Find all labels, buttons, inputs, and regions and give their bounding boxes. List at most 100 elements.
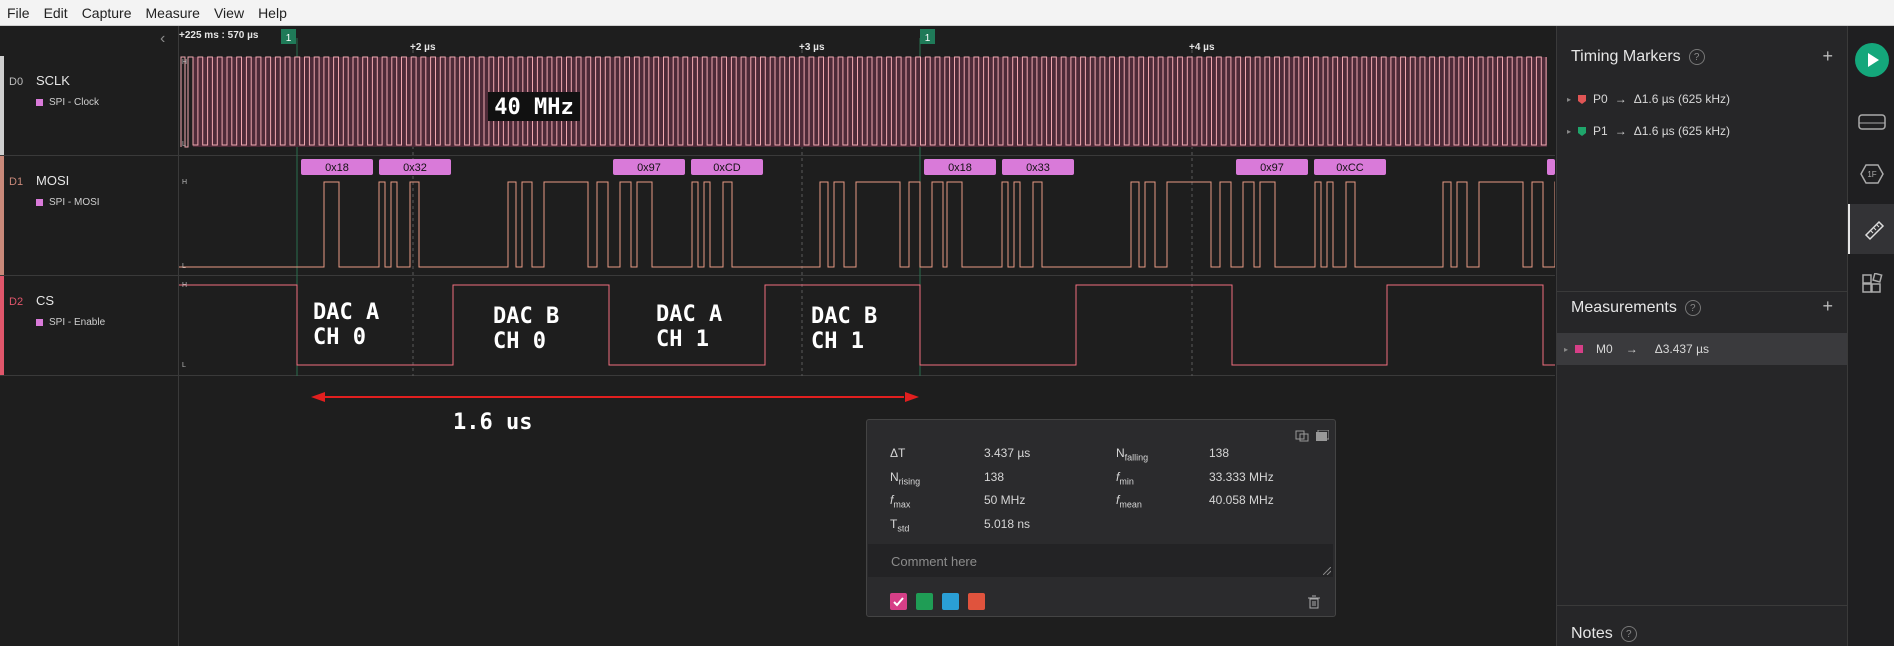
chevron-left-icon[interactable]: ‹ bbox=[160, 30, 165, 48]
color-swatch-red[interactable] bbox=[968, 593, 985, 610]
extensions-button[interactable] bbox=[1848, 262, 1894, 306]
help-icon[interactable]: ? bbox=[1688, 49, 1705, 65]
timing-marker-item-p1[interactable]: ▸ P1 → Δ1.6 µs (625 kHz) bbox=[1567, 124, 1730, 138]
level-high-label: H bbox=[182, 282, 187, 289]
arrow-right-icon: → bbox=[1625, 342, 1638, 356]
channel-id: D0 bbox=[9, 76, 24, 88]
measurement-item-m0[interactable]: ▸ M0 → Δ3.437 µs bbox=[1557, 333, 1847, 365]
expand-caret-icon[interactable]: ▸ bbox=[1564, 345, 1568, 354]
analyzer-label: SPI - Enable bbox=[49, 317, 106, 328]
measure-value-f-min: 33.333 MHz bbox=[1209, 470, 1274, 484]
measure-label-n-falling: Nfalling bbox=[1116, 446, 1148, 462]
measure-value-n-falling: 138 bbox=[1209, 446, 1230, 460]
expand-caret-icon[interactable]: ▸ bbox=[1567, 95, 1571, 104]
analyzers-button[interactable]: 1F bbox=[1848, 152, 1894, 196]
marker-name: P1 bbox=[1593, 124, 1608, 138]
clock-analyzer-band bbox=[193, 57, 1547, 147]
channel-row-d2[interactable]: D2 CS SPI - Enable bbox=[0, 276, 178, 376]
arrow-right-icon: → bbox=[1614, 92, 1627, 106]
measurement-name: M0 bbox=[1596, 342, 1613, 356]
label-main: ΔT bbox=[890, 446, 906, 460]
measure-label-delta-t: ΔT bbox=[890, 446, 905, 460]
analyzer-color-icon bbox=[36, 199, 43, 206]
device-button[interactable] bbox=[1848, 100, 1894, 144]
check-icon bbox=[893, 597, 904, 607]
timing-marker-item-p0[interactable]: ▸ P0 → Δ1.6 µs (625 kHz) bbox=[1567, 92, 1730, 106]
section-title: Measurements bbox=[1571, 299, 1677, 316]
right-panel: Timing Markers? + ▸ P0 → Δ1.6 µs (625 kH… bbox=[1556, 26, 1847, 646]
mosi-waveform bbox=[179, 181, 1555, 268]
level-high-label: H bbox=[182, 179, 187, 186]
marker-name: P0 bbox=[1593, 92, 1608, 106]
cs-label-line1: DAC A bbox=[656, 302, 722, 327]
menu-file[interactable]: File bbox=[0, 5, 37, 21]
level-low-label: L bbox=[182, 263, 186, 270]
label-main: N bbox=[890, 470, 899, 484]
channel-row-d0[interactable]: D0 SCLK SPI - Clock bbox=[0, 56, 178, 156]
color-swatch-green[interactable] bbox=[916, 593, 933, 610]
label-main: N bbox=[1116, 446, 1125, 460]
span-arrow-left-head bbox=[311, 392, 325, 402]
expand-icon[interactable] bbox=[1315, 430, 1329, 442]
decoded-byte-label: 0x97 bbox=[637, 162, 661, 174]
color-swatch-pink[interactable] bbox=[890, 593, 907, 610]
decoded-byte-label: 0xCC bbox=[1336, 162, 1364, 174]
help-icon[interactable]: ? bbox=[1620, 626, 1637, 642]
clock-frequency-annotation: 40 MHz bbox=[494, 95, 573, 120]
trash-icon[interactable] bbox=[1308, 595, 1320, 609]
measure-value-t-std: 5.018 ns bbox=[984, 517, 1031, 531]
channel-row-d1[interactable]: D1 MOSI SPI - MOSI bbox=[0, 156, 178, 276]
timeline-start-label: +225 ms : 570 µs bbox=[179, 30, 259, 41]
decoded-byte-box-partial bbox=[1547, 159, 1555, 175]
copy-icon[interactable] bbox=[1295, 430, 1309, 442]
channel-name: MOSI bbox=[36, 173, 70, 188]
level-high-label: H bbox=[182, 59, 187, 66]
timing-markers-title: Timing Markers? bbox=[1571, 48, 1705, 66]
timing-marker-flag-label: 1 bbox=[925, 33, 931, 44]
channel-name: CS bbox=[36, 293, 55, 308]
comment-field[interactable]: Comment here bbox=[868, 544, 1333, 577]
menu-view[interactable]: View bbox=[207, 5, 251, 21]
channel-labels-panel: ‹ D0 SCLK SPI - Clock D1 MOSI SPI - MOSI… bbox=[0, 26, 179, 646]
start-capture-button[interactable] bbox=[1848, 38, 1894, 82]
panel-divider bbox=[1557, 291, 1847, 292]
measurement-popup[interactable]: ΔT 3.437 µs Nrising 138 fmax 50 MHz Tstd… bbox=[866, 419, 1336, 617]
menu-measure[interactable]: Measure bbox=[139, 5, 207, 21]
analyzer-label: SPI - Clock bbox=[49, 97, 100, 108]
menu-edit[interactable]: Edit bbox=[37, 5, 75, 21]
resize-handle-icon[interactable] bbox=[1323, 567, 1331, 575]
analyzer-color-icon bbox=[36, 319, 43, 326]
menu-bar: File Edit Capture Measure View Help bbox=[0, 0, 1894, 26]
help-icon[interactable]: ? bbox=[1684, 300, 1701, 316]
measure-label-n-rising: Nrising bbox=[890, 470, 920, 486]
color-swatch-blue[interactable] bbox=[942, 593, 959, 610]
measure-label-f-mean: fmean bbox=[1116, 493, 1142, 509]
comment-placeholder: Comment here bbox=[891, 554, 977, 569]
menu-capture[interactable]: Capture bbox=[75, 5, 139, 21]
span-arrow-right-head bbox=[905, 392, 919, 402]
extensions-grid-icon bbox=[1861, 273, 1883, 293]
add-timing-marker-icon[interactable]: + bbox=[1822, 46, 1833, 67]
label-sub: std bbox=[897, 523, 910, 534]
menu-help[interactable]: Help bbox=[251, 5, 294, 21]
decoded-byte-label: 0xCD bbox=[713, 162, 741, 174]
channel-id: D2 bbox=[9, 296, 24, 308]
cs-label-line2: CH 1 bbox=[811, 329, 864, 354]
label-sub: mean bbox=[1119, 499, 1142, 510]
add-measurement-icon[interactable]: + bbox=[1822, 296, 1833, 317]
decoded-byte-label: 0x33 bbox=[1026, 162, 1050, 174]
measurement-color-icon bbox=[1575, 345, 1584, 353]
channel-color-stripe bbox=[0, 156, 4, 275]
decoded-byte-label: 0x18 bbox=[325, 162, 349, 174]
timing-marker-flag-label: 1 bbox=[286, 33, 292, 44]
channel-color-stripe bbox=[0, 276, 4, 375]
cs-label-line1: DAC B bbox=[493, 304, 559, 329]
label-sub: max bbox=[893, 499, 911, 510]
channel-name: SCLK bbox=[36, 73, 70, 88]
cs-label-line1: DAC B bbox=[811, 304, 877, 329]
measurements-tool-button[interactable] bbox=[1848, 204, 1894, 254]
timeline-tick-label: +2 µs bbox=[410, 42, 436, 53]
measurements-title: Measurements? bbox=[1571, 299, 1701, 317]
cs-label-line2: CH 1 bbox=[656, 327, 709, 352]
expand-caret-icon[interactable]: ▸ bbox=[1567, 127, 1571, 136]
